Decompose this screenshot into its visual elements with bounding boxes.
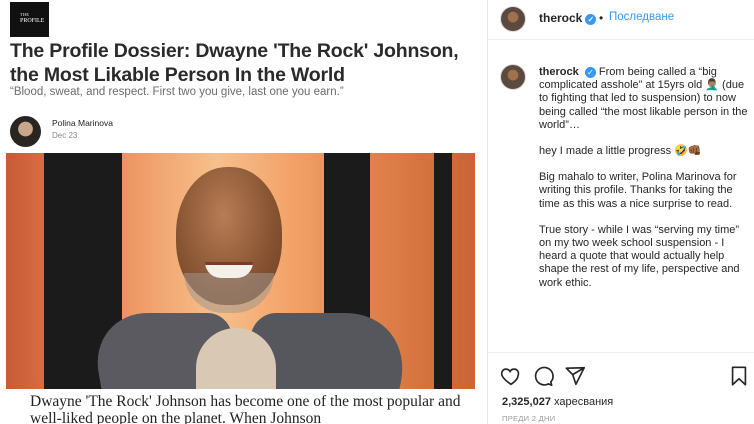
bookmark-icon[interactable] <box>728 365 750 387</box>
verified-badge-icon: ✓ <box>585 14 597 25</box>
post-actions: 2,325,027 харесвания ПРЕДИ 2 ДНИ <box>488 352 754 424</box>
article-body: Dwayne 'The Rock' Johnson has become one… <box>30 393 461 424</box>
follow-button[interactable]: Последване <box>609 11 674 23</box>
article-panel: THE PROFILE The Profile Dossier: Dwayne … <box>0 0 487 424</box>
heart-icon[interactable] <box>500 365 522 387</box>
header-separator: • <box>599 11 604 25</box>
likes-label: харесвания <box>554 396 614 408</box>
publication-logo[interactable]: THE PROFILE <box>10 2 49 37</box>
post-header: therock ✓ • Последване <box>488 0 754 40</box>
likes-number: 2,325,027 <box>502 396 551 408</box>
likes-count[interactable]: 2,325,027 харесвания <box>502 396 613 408</box>
caption-paragraph-4: True story - while I was “serving my tim… <box>539 223 740 289</box>
share-icon[interactable] <box>564 365 586 387</box>
profile-avatar[interactable] <box>500 6 526 32</box>
caption-avatar[interactable] <box>500 64 526 90</box>
caption-paragraph-3: Big mahalo to writer, Polina Marinova fo… <box>539 171 737 210</box>
caption-verified-badge-icon: ✓ <box>584 67 596 78</box>
header-username[interactable]: therock <box>539 11 582 25</box>
article-title: The Profile Dossier: Dwayne 'The Rock' J… <box>10 40 459 86</box>
author-name[interactable]: Polina Marinova <box>52 118 113 128</box>
article-subtitle: “Blood, sweat, and respect. First two yo… <box>10 86 344 98</box>
logo-line-2: PROFILE <box>20 18 45 24</box>
logo-line-1: THE <box>20 12 30 17</box>
header-username-wrap[interactable]: therock ✓ <box>539 11 597 25</box>
caption-paragraph-2: hey I made a little progress 🤣👊🏾 <box>539 145 702 158</box>
publish-date: Dec 23 <box>52 131 78 140</box>
post-timestamp[interactable]: ПРЕДИ 2 ДНИ <box>502 414 555 423</box>
instagram-post-panel: therock ✓ • Последване therock ✓ From bei… <box>487 0 754 424</box>
comment-icon[interactable] <box>532 365 554 387</box>
caption-username[interactable]: therock <box>539 66 579 78</box>
post-caption: therock ✓ From being called a “big compl… <box>539 66 751 353</box>
article-hero-photo <box>6 153 475 389</box>
author-avatar[interactable] <box>10 116 41 147</box>
